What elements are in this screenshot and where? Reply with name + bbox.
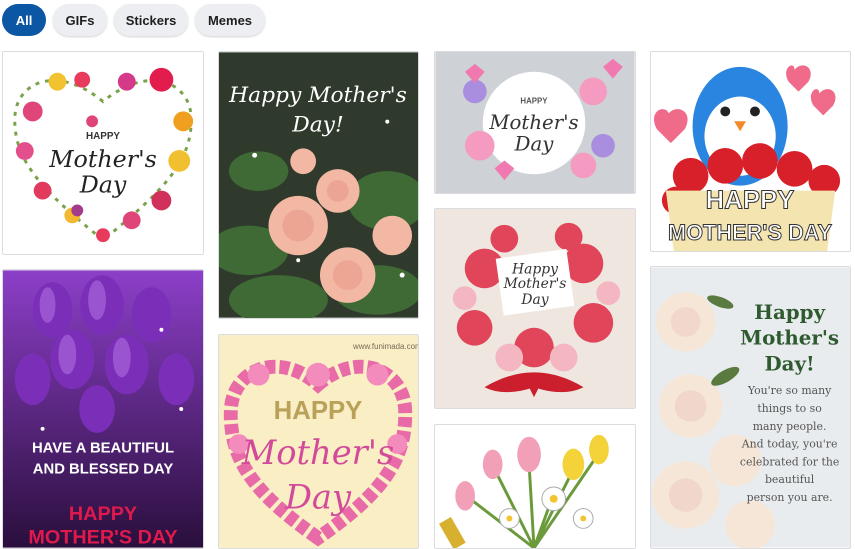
c9-line3: Day! <box>765 351 815 375</box>
result-card-heart-flowers[interactable]: HAPPY Mother's Day <box>2 51 204 255</box>
c9-line2: Mother's <box>740 326 839 350</box>
c9-msg1: You're so many <box>747 384 832 397</box>
c1-line1: HAPPY <box>86 131 120 142</box>
c9-msg7: person you are. <box>747 491 833 504</box>
c6-line2: Mother's <box>241 433 394 472</box>
result-card-penguin-roses[interactable]: HAPPY MOTHER'S DAY <box>650 51 851 252</box>
rose-bouquet-image: Happy Mother's Day <box>435 209 635 408</box>
c2-line2: Day! <box>291 113 343 138</box>
result-card-roses-dark[interactable]: Happy Mother's Day! <box>218 51 419 319</box>
c9-msg6: beautiful <box>765 473 815 486</box>
result-card-paper-flowers[interactable]: HAPPY Mother's Day <box>434 51 636 194</box>
c4-line2: MOTHER'S DAY <box>668 220 832 245</box>
tulip-drawing-image <box>435 425 635 548</box>
c2-line1: Happy Mother's <box>228 83 407 108</box>
filter-gifs-chip[interactable]: GIFs <box>53 4 107 36</box>
result-card-floral-heart[interactable]: www.funimada.com HAPPY Mother's Day <box>218 334 419 549</box>
c3-line3: Day <box>514 133 555 156</box>
c7-line2: Mother's <box>503 276 567 292</box>
purple-tulips-image: HAVE A BEAUTIFUL AND BLESSED DAY HAPPY M… <box>3 270 203 548</box>
c5-line3: HAPPY <box>69 503 137 525</box>
c1-line2: Mother's <box>48 145 157 173</box>
roses-dark-image: Happy Mother's Day! <box>219 52 418 318</box>
c3-line2: Mother's <box>488 111 578 134</box>
c9-msg5: celebrated for the <box>740 455 839 468</box>
c9-msg2: things to so <box>757 402 821 415</box>
c7-line3: Day <box>520 292 548 308</box>
c4-line1: HAPPY <box>706 186 795 214</box>
penguin-roses-image: HAPPY MOTHER'S DAY <box>653 65 841 251</box>
c5-line4: MOTHER'S DAY <box>28 527 177 548</box>
result-card-purple-tulips[interactable]: HAVE A BEAUTIFUL AND BLESSED DAY HAPPY M… <box>2 269 204 549</box>
c9-line1: Happy <box>754 300 825 324</box>
c5-line2: AND BLESSED DAY <box>33 461 174 477</box>
c3-line1: HAPPY <box>520 96 548 105</box>
floral-heart-image: www.funimada.com HAPPY Mother's Day <box>219 335 418 548</box>
c5-line1: HAVE A BEAUTIFUL <box>32 441 174 457</box>
heart-flowers-image: HAPPY Mother's Day <box>13 67 194 243</box>
filter-stickers-chip[interactable]: Stickers <box>114 4 188 36</box>
c6-line1: HAPPY <box>274 397 363 425</box>
c6-watermark: www.funimada.com <box>352 342 418 351</box>
c9-msg3: many people. <box>753 420 827 433</box>
result-card-rose-bouquet[interactable]: Happy Mother's Day <box>434 208 636 409</box>
result-card-peonies-message[interactable]: Happy Mother's Day! You're so many thing… <box>650 266 851 549</box>
c6-line3: Day <box>284 477 352 516</box>
c9-msg4: And today, you're <box>741 438 838 451</box>
filter-all-chip[interactable]: All <box>2 4 46 36</box>
c1-line3: Day <box>79 171 127 199</box>
result-card-tulip-drawing[interactable] <box>434 424 636 549</box>
peonies-message-image: Happy Mother's Day! You're so many thing… <box>651 267 850 548</box>
c7-line1: Happy <box>511 261 558 277</box>
filter-memes-chip[interactable]: Memes <box>195 4 265 36</box>
paper-flowers-image: HAPPY Mother's Day <box>435 52 635 193</box>
